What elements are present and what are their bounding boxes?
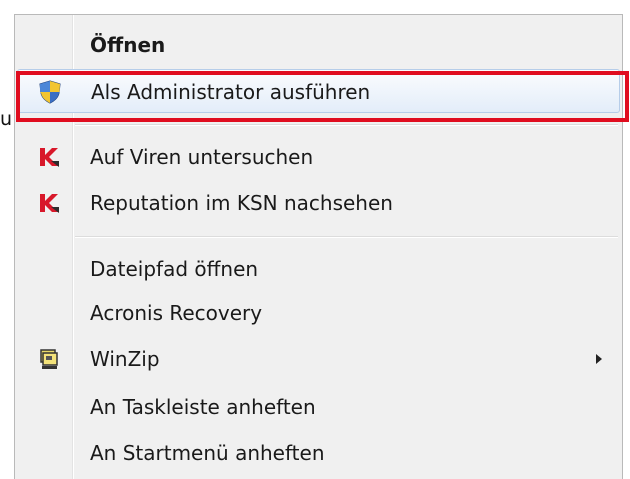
menu-item-pin-taskbar[interactable]: An Taskleiste anheften	[17, 385, 620, 429]
uac-shield-icon	[38, 80, 62, 104]
menu-item-label: Dateipfad öffnen	[90, 257, 259, 281]
menu-item-ksn-reputation[interactable]: Reputation im KSN nachsehen	[17, 181, 620, 225]
kaspersky-icon	[37, 191, 61, 215]
menu-item-label: Als Administrator ausführen	[91, 80, 371, 104]
menu-item-label: Auf Viren untersuchen	[90, 145, 314, 169]
menu-separator	[75, 124, 618, 126]
menu-item-label: WinZip	[90, 347, 160, 371]
menu-item-run-as-admin[interactable]: Als Administrator ausführen	[17, 69, 620, 113]
menu-item-label: An Taskleiste anheften	[90, 395, 316, 419]
winzip-icon	[37, 347, 61, 371]
menu-item-winzip[interactable]: WinZip	[17, 337, 620, 381]
menu-item-label: Acronis Recovery	[90, 301, 263, 325]
context-menu: Öffnen Als Administrator ausführen Auf V…	[14, 14, 629, 479]
menu-item-label: Reputation im KSN nachsehen	[90, 191, 393, 215]
kaspersky-icon	[37, 145, 61, 169]
menu-item-label: An Startmenü anheften	[90, 441, 325, 465]
menu-item-open[interactable]: Öffnen	[17, 23, 620, 67]
menu-item-scan-viruses[interactable]: Auf Viren untersuchen	[17, 135, 620, 179]
submenu-arrow-icon	[596, 354, 602, 364]
menu-item-acronis-recovery[interactable]: Acronis Recovery	[17, 291, 620, 335]
menu-item-open-file-path[interactable]: Dateipfad öffnen	[17, 247, 620, 291]
menu-separator	[75, 236, 618, 238]
background-window-text: u	[0, 108, 13, 130]
menu-item-label: Öffnen	[90, 33, 166, 57]
menu-item-pin-start-menu[interactable]: An Startmenü anheften	[17, 431, 620, 475]
